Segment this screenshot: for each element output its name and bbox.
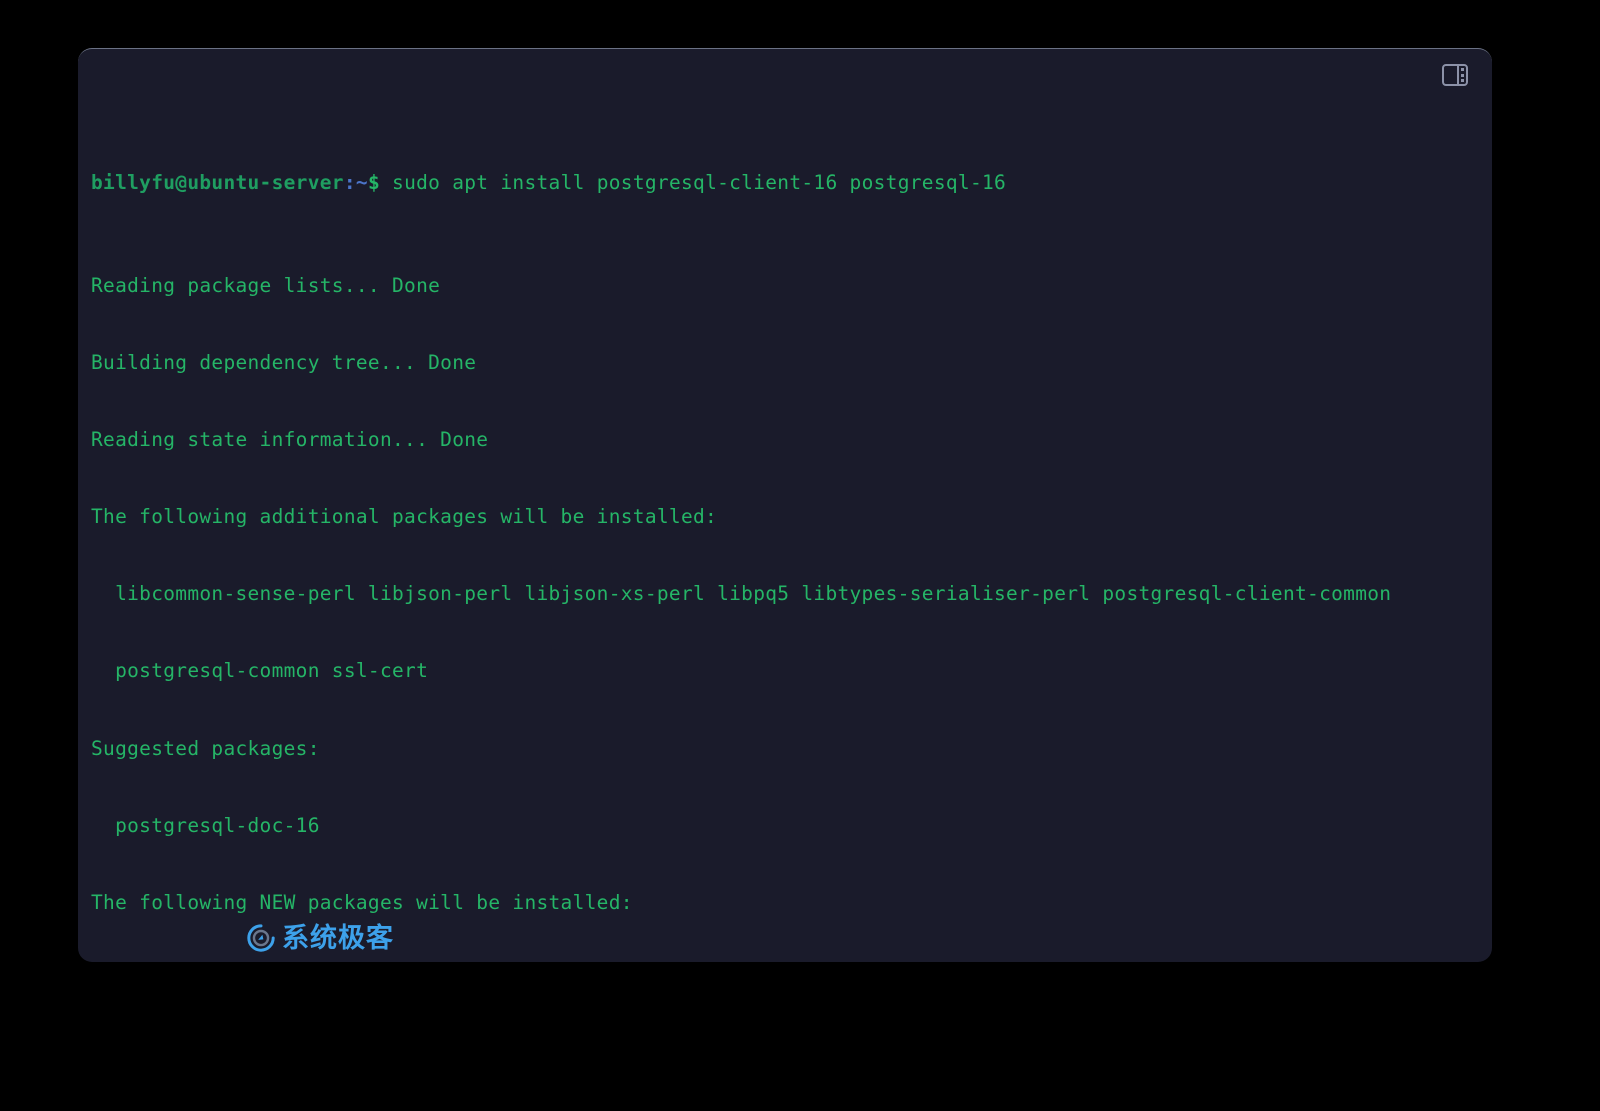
- output-line: Building dependency tree... Done: [91, 351, 477, 375]
- circular-swirl-logo-icon: [247, 924, 275, 952]
- output-line: The following additional packages will b…: [91, 505, 718, 529]
- prompt-symbol: $: [367, 171, 380, 195]
- watermark-text: 系统极客: [282, 922, 394, 954]
- panel-toggle-dots: [1460, 68, 1464, 82]
- panel-toggle-icon[interactable]: [1442, 64, 1468, 86]
- output-line: libcommon-sense-perl libjson-perl libjso…: [91, 582, 1392, 606]
- prompt-user-host: billyfu@ubuntu-server: [91, 171, 344, 195]
- terminal-window: billyfu@ubuntu-server:~$ sudo apt instal…: [78, 48, 1492, 962]
- watermark: 系统极客: [246, 923, 394, 953]
- prompt-command: sudo apt install postgresql-client-16 po…: [379, 171, 1007, 195]
- output-line: Suggested packages:: [91, 736, 320, 760]
- output-line: postgresql-doc-16: [91, 813, 320, 837]
- output-line: Reading state information... Done: [91, 428, 489, 452]
- panel-toggle-divider: [1457, 66, 1459, 84]
- terminal-output-area[interactable]: billyfu@ubuntu-server:~$ sudo apt instal…: [91, 93, 1482, 954]
- output-line: Reading package lists... Done: [91, 273, 441, 297]
- output-line: postgresql-common ssl-cert: [91, 659, 429, 683]
- screenshot-root: billyfu@ubuntu-server:~$ sudo apt instal…: [0, 0, 1600, 1111]
- prompt-line: billyfu@ubuntu-server:~$ sudo apt instal…: [91, 170, 1482, 196]
- output-line: The following NEW packages will be insta…: [91, 890, 633, 914]
- prompt-path: :~: [343, 171, 368, 195]
